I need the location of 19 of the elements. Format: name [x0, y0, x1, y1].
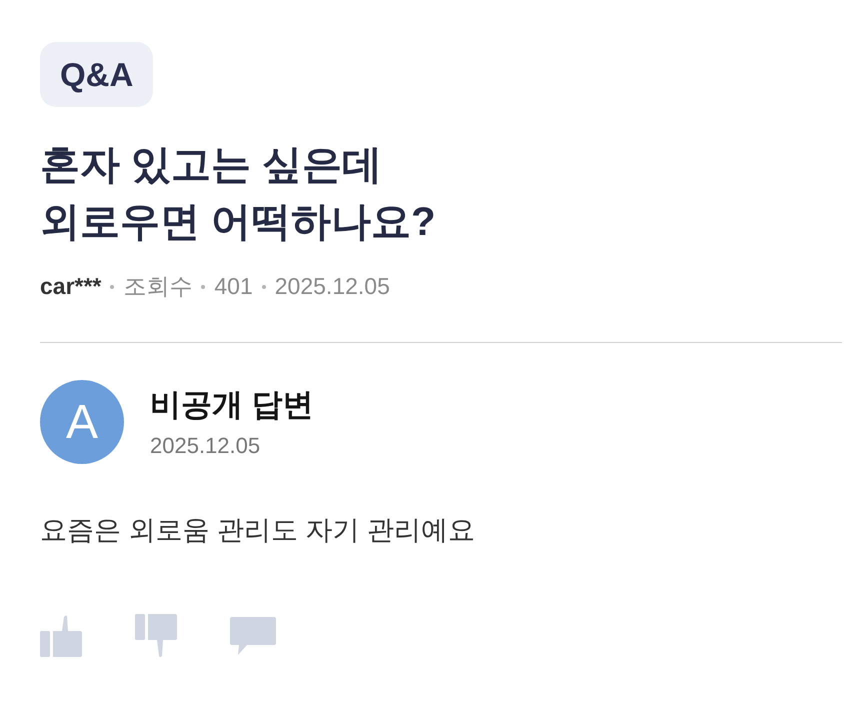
meta-text: 401 — [214, 273, 253, 300]
separator-dot-icon — [201, 284, 206, 288]
author-name: car*** — [40, 273, 102, 300]
separator-dot-icon — [110, 284, 114, 288]
avatar: A — [40, 380, 124, 464]
speech-bubble-icon — [230, 617, 276, 655]
thumbs-up-button[interactable] — [40, 615, 82, 657]
answer-author: 비공개 답변 — [150, 386, 314, 424]
thumbs-down-icon — [135, 614, 177, 658]
comment-button[interactable] — [230, 617, 276, 655]
answer-text: 요즘은 외로움 관리도 자기 관리예요 — [40, 514, 476, 547]
answer-date: 2025.12.05 — [150, 433, 262, 459]
question-title: 혼자 있고는 싶은데 외로우면 어떡하나요? — [40, 142, 437, 246]
thumbs-up-icon — [40, 615, 82, 657]
meta-text: 2025.12.05 — [274, 273, 390, 300]
meta-text: 조회수 — [123, 272, 192, 301]
separator-dot-icon — [262, 284, 266, 288]
thumbs-down-button[interactable] — [135, 614, 177, 658]
category-badge: Q&A — [40, 42, 154, 107]
